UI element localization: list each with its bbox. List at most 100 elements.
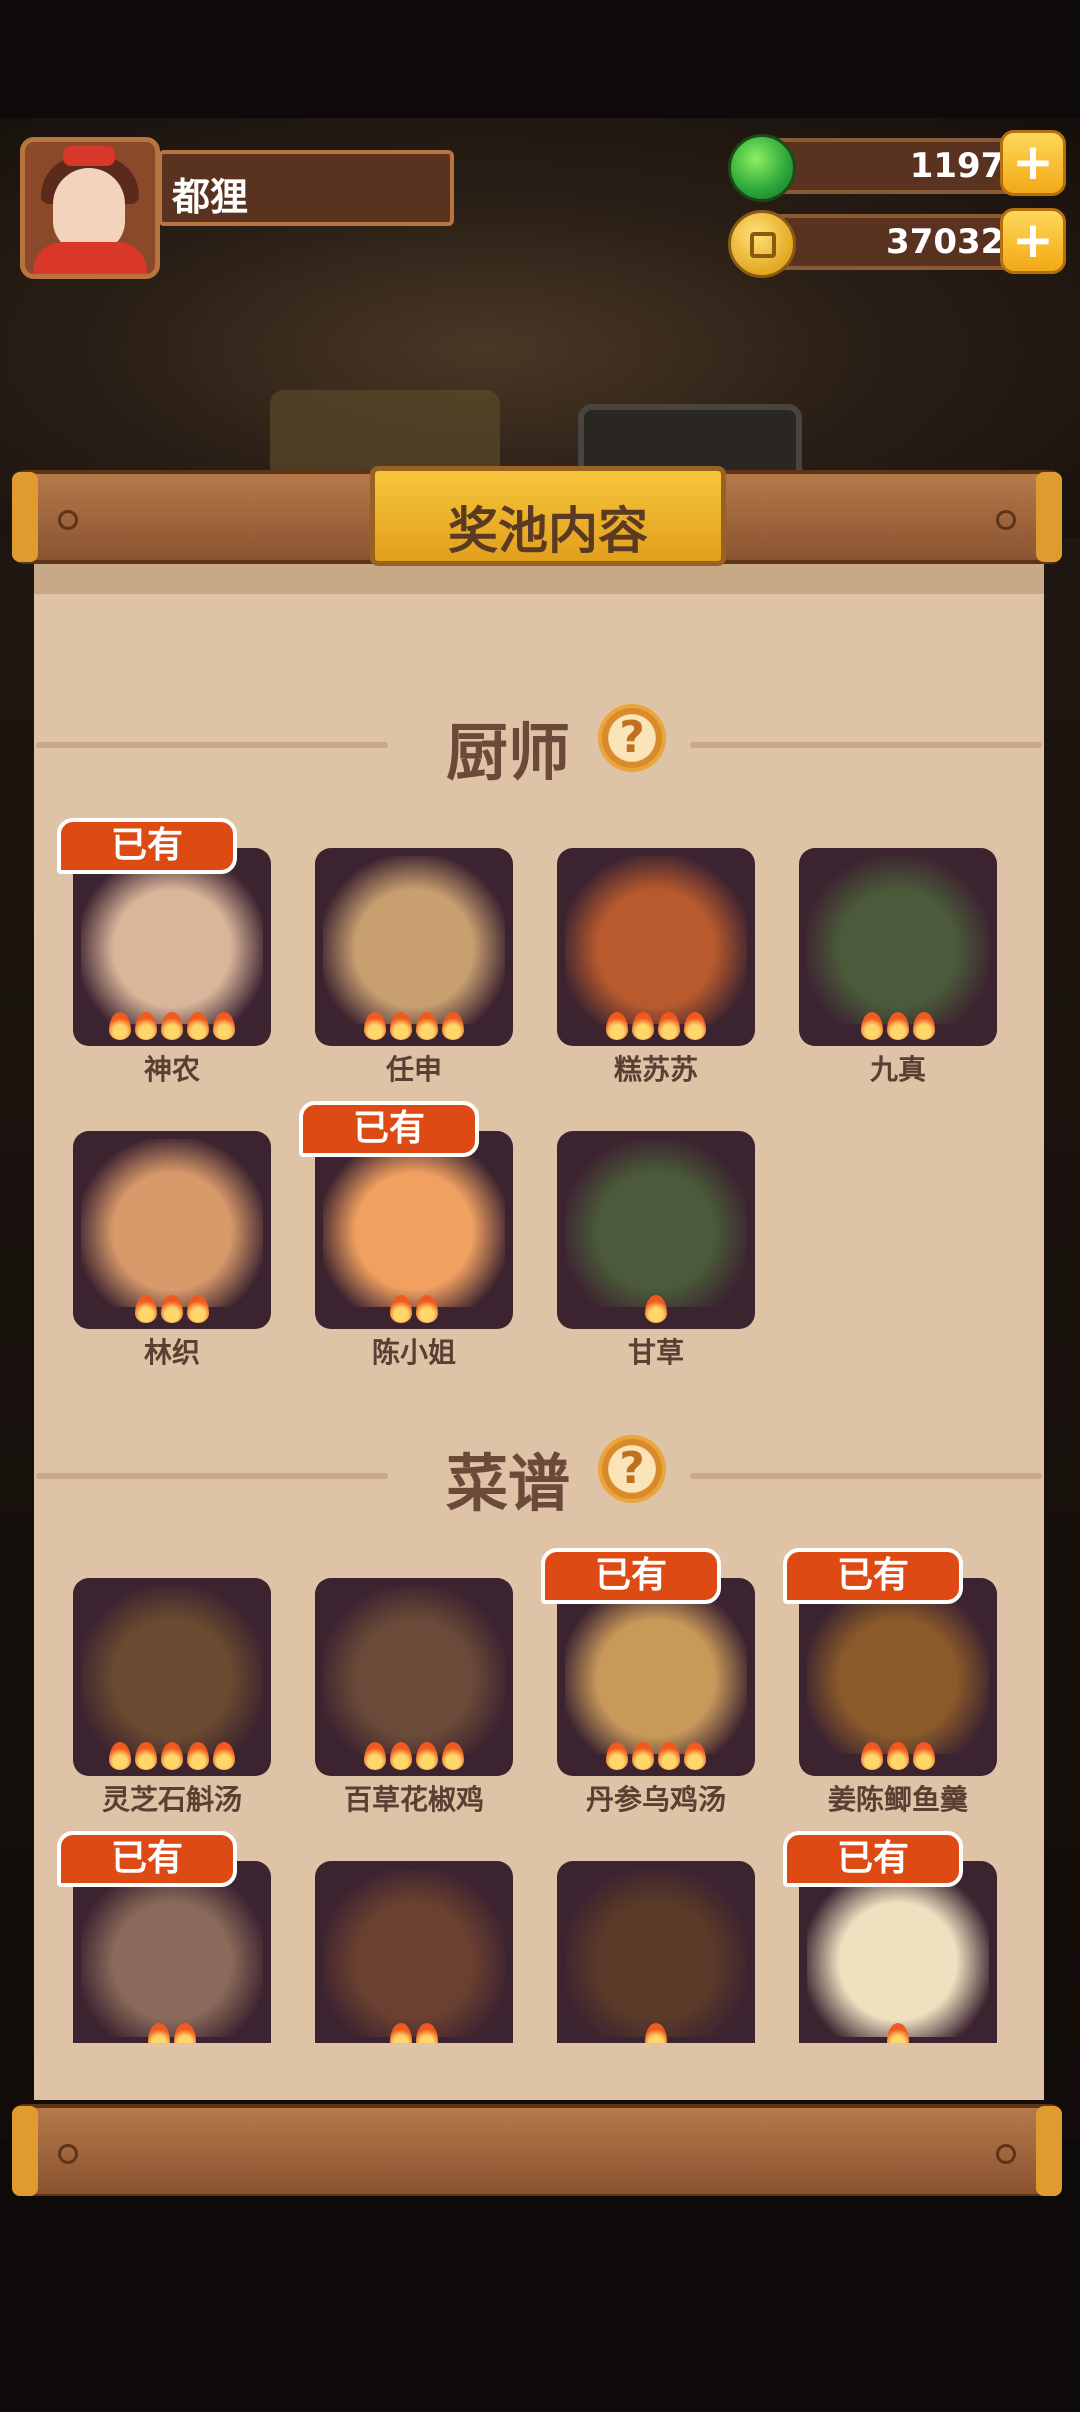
rarity-flames xyxy=(557,1742,755,1770)
chef-portrait xyxy=(807,856,989,1024)
flame-icon xyxy=(390,1295,412,1323)
recipe-card[interactable]: 百草花椒鸡 xyxy=(315,1578,513,1816)
add-gems-button[interactable]: + xyxy=(1000,130,1066,196)
chef-card-frame xyxy=(315,1131,513,1329)
section-title-recipes: 菜谱 xyxy=(446,1447,571,1520)
chef-name: 陈小姐 xyxy=(371,1336,456,1369)
recipe-card[interactable]: 丹参乌鸡汤 已有 xyxy=(541,1548,755,1816)
chef-card-frame xyxy=(315,848,513,1046)
flame-icon xyxy=(390,1012,412,1040)
add-coins-button[interactable]: + xyxy=(1000,208,1066,274)
flame-icon xyxy=(416,2023,438,2043)
player-name-plate: 都狸 xyxy=(158,150,454,226)
rarity-flames xyxy=(315,1012,513,1040)
avatar[interactable] xyxy=(20,137,160,279)
rarity-flames xyxy=(73,1295,271,1323)
chef-card-frame xyxy=(557,1131,755,1329)
recipe-portrait xyxy=(807,1869,989,2037)
flame-icon xyxy=(213,1742,235,1770)
chef-portrait xyxy=(81,1139,263,1307)
flame-icon xyxy=(364,1012,386,1040)
flame-icon xyxy=(861,1742,883,1770)
recipe-portrait xyxy=(565,1586,747,1754)
rarity-flames xyxy=(315,1295,513,1323)
chef-card[interactable]: 陈小姐 已有 xyxy=(299,1101,513,1369)
recipe-card-frame xyxy=(315,1578,513,1776)
flame-icon xyxy=(390,2023,412,2043)
rarity-flames xyxy=(315,1742,513,1770)
flame-icon xyxy=(913,1742,935,1770)
chef-card[interactable]: 林织 xyxy=(73,1131,271,1369)
flame-icon xyxy=(632,1012,654,1040)
avatar-robe xyxy=(33,242,147,274)
chef-name: 九真 xyxy=(869,1053,926,1086)
rarity-flames xyxy=(557,1295,755,1323)
chef-name: 甘草 xyxy=(627,1336,684,1369)
flame-icon xyxy=(416,1012,438,1040)
owned-badge: 已有 xyxy=(541,1548,721,1604)
recipe-card[interactable]: 已有 xyxy=(57,1831,271,2093)
rarity-flames xyxy=(73,1742,271,1770)
panel-title-plaque: 奖池内容 xyxy=(370,466,726,566)
flame-icon xyxy=(442,1012,464,1040)
flame-icon xyxy=(187,1012,209,1040)
rarity-flames xyxy=(73,1012,271,1040)
recipe-card[interactable]: 姜陈鲫鱼羹 已有 xyxy=(783,1548,997,1816)
divider xyxy=(36,742,388,748)
owned-badge: 已有 xyxy=(783,1548,963,1604)
chef-card[interactable]: 神农 已有 xyxy=(57,818,271,1086)
owned-badge: 已有 xyxy=(299,1101,479,1157)
recipe-portrait xyxy=(807,1586,989,1754)
recipe-name: 姜陈鲫鱼羹 xyxy=(827,1783,968,1816)
recipe-card-frame xyxy=(73,1578,271,1776)
divider xyxy=(690,742,1042,748)
chef-card-frame xyxy=(557,848,755,1046)
recipe-card-frame xyxy=(557,1861,755,2043)
help-button-chefs[interactable]: ? xyxy=(598,704,666,772)
chef-card[interactable]: 九真 xyxy=(799,848,997,1086)
recipe-card-frame xyxy=(799,1578,997,1776)
bottom-area xyxy=(0,2196,1080,2412)
chef-portrait xyxy=(81,856,263,1024)
nail-icon xyxy=(996,2144,1016,2164)
chef-card-frame xyxy=(799,848,997,1046)
flame-icon xyxy=(887,1742,909,1770)
rarity-flames xyxy=(799,1742,997,1770)
divider xyxy=(36,1473,388,1479)
nail-icon xyxy=(996,510,1016,530)
rarity-flames xyxy=(799,1012,997,1040)
rarity-flames xyxy=(799,2023,997,2043)
flame-icon xyxy=(187,1295,209,1323)
recipe-card-frame xyxy=(799,1861,997,2043)
recipe-portrait xyxy=(81,1869,263,2037)
chef-card[interactable]: 糕苏苏 xyxy=(557,848,755,1086)
flame-icon xyxy=(606,1742,628,1770)
recipe-card[interactable]: 灵芝石斛汤 xyxy=(73,1578,271,1816)
help-button-recipes[interactable]: ? xyxy=(598,1435,666,1503)
recipe-card-frame xyxy=(557,1578,755,1776)
chef-card[interactable]: 甘草 xyxy=(557,1131,755,1369)
flame-icon xyxy=(161,1012,183,1040)
coin-icon xyxy=(728,210,796,278)
chef-card[interactable]: 任申 xyxy=(315,848,513,1086)
recipe-portrait xyxy=(323,1869,505,2037)
flame-icon xyxy=(645,1295,667,1323)
flame-icon xyxy=(161,1295,183,1323)
rarity-flames xyxy=(557,1012,755,1040)
chef-card-frame xyxy=(73,848,271,1046)
recipe-card[interactable] xyxy=(315,1861,513,2093)
chef-name: 林织 xyxy=(143,1336,200,1369)
chef-name: 任申 xyxy=(385,1053,442,1086)
gem-icon xyxy=(728,134,796,202)
flame-icon xyxy=(658,1012,680,1040)
recipe-card-frame xyxy=(73,1861,271,2043)
recipe-card[interactable] xyxy=(557,1861,755,2093)
recipe-card-frame xyxy=(315,1861,513,2043)
chef-portrait xyxy=(565,1139,747,1307)
player-name: 都狸 xyxy=(172,175,249,219)
flame-icon xyxy=(148,2023,170,2043)
recipe-card[interactable]: 已有 xyxy=(783,1831,997,2093)
flame-icon xyxy=(135,1295,157,1323)
chef-name: 糕苏苏 xyxy=(613,1053,698,1086)
rarity-flames xyxy=(315,2023,513,2043)
